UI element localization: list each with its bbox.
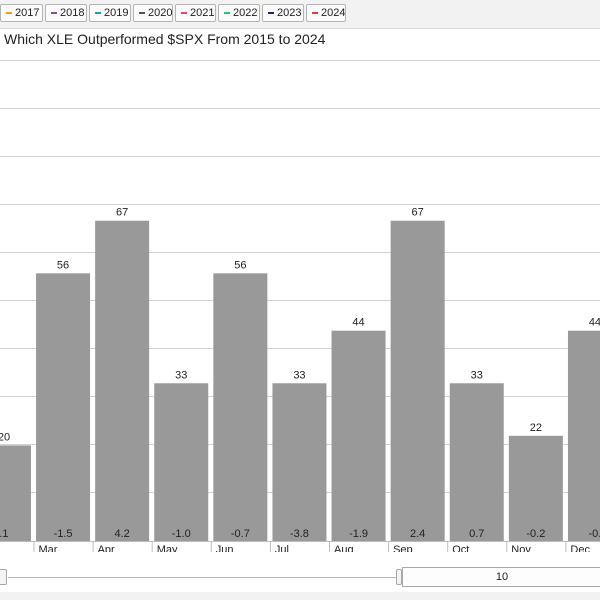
bar-value-label: 67 xyxy=(412,207,424,219)
legend-label: 2022 xyxy=(233,7,258,19)
bar-bottom-label: 4.2 xyxy=(115,528,130,540)
legend-item-2017[interactable]: 2017 xyxy=(0,4,43,22)
bar-Mar xyxy=(36,273,91,541)
bar-bottom-label: -0. xyxy=(589,528,600,540)
x-tick-label: Mar xyxy=(39,544,58,552)
bar-Oct xyxy=(449,383,504,541)
legend-swatch xyxy=(268,12,274,15)
bar-bottom-label: -1.0 xyxy=(172,528,191,540)
bar-Dec xyxy=(567,330,600,541)
navigator-window[interactable]: 10 xyxy=(402,567,600,587)
legend-label: 2017 xyxy=(15,7,40,19)
navigator-track[interactable] xyxy=(8,577,396,578)
legend-swatch xyxy=(51,12,57,15)
legend-label: 2019 xyxy=(104,7,129,19)
x-tick-label: Sep xyxy=(393,544,413,552)
bar-value-label: 33 xyxy=(175,369,187,381)
x-tick-label: May xyxy=(157,544,178,552)
legend-swatch xyxy=(6,12,12,15)
bar-value-label: 22 xyxy=(530,422,542,434)
bar-chart: 20 .1 56 -1.5 Mar 67 4.2Apr 33 -1.0 May 56 -0.7 Jun 3… xyxy=(0,60,600,552)
legend-item-2021[interactable]: 2021 xyxy=(175,4,216,22)
range-navigator[interactable]: 10 xyxy=(0,562,600,592)
bottom-strip xyxy=(0,592,600,600)
bar-Nov xyxy=(508,435,563,541)
bar-bottom-label: 0.7 xyxy=(469,528,484,540)
x-tick-label: Aug xyxy=(334,544,354,552)
legend-label: 2023 xyxy=(277,7,302,19)
legend-swatch xyxy=(181,12,187,15)
chart-title: Which XLE Outperformed $SPX From 2015 to… xyxy=(4,31,326,47)
bar-value-label: 44 xyxy=(589,317,600,329)
bar-bottom-label: .1 xyxy=(0,528,9,540)
legend-label: 2024 xyxy=(321,7,346,19)
legend-bar: 2017 2018 2019 2020 2021 2022 2023 2024 xyxy=(0,0,600,29)
legend-label: 2020 xyxy=(148,7,173,19)
bar-value-label: 33 xyxy=(471,369,483,381)
legend-item-2019[interactable]: 2019 xyxy=(89,4,131,22)
bar-value-label: 67 xyxy=(116,207,128,219)
x-tick-label: Dec xyxy=(570,544,590,552)
bar-partial xyxy=(0,445,31,541)
bar-bottom-label: -0.7 xyxy=(231,528,250,540)
bar-value-label: 56 xyxy=(234,259,246,271)
legend-swatch xyxy=(224,12,230,15)
bar-value-label: 20 xyxy=(0,431,10,443)
navigator-left-handle[interactable] xyxy=(0,569,7,585)
legend-swatch xyxy=(95,12,101,15)
x-tick-label: Nov xyxy=(511,544,531,552)
bar-bottom-label: -1.9 xyxy=(349,528,368,540)
bar-bottom-label: -0.2 xyxy=(526,528,545,540)
legend-item-2018[interactable]: 2018 xyxy=(45,4,87,22)
bar-value-label: 56 xyxy=(57,259,69,271)
bar-May xyxy=(154,383,209,541)
legend-label: 2021 xyxy=(190,7,215,19)
legend-item-2020[interactable]: 2020 xyxy=(133,4,173,22)
legend-item-2024[interactable]: 2024 xyxy=(306,4,346,22)
bar-bottom-label: 2.4 xyxy=(410,528,425,540)
legend-swatch xyxy=(312,12,318,15)
x-tick-label: Jun xyxy=(216,544,234,552)
legend-swatch xyxy=(139,12,145,15)
navigator-window-label: 10 xyxy=(495,571,509,583)
x-tick-label: Jul xyxy=(275,544,289,552)
bar-Sep xyxy=(390,220,445,542)
bar-bottom-label: -1.5 xyxy=(54,528,73,540)
bar-bottom-label: -3.8 xyxy=(290,528,309,540)
bar-value-label: 33 xyxy=(293,369,305,381)
bar-Jul xyxy=(272,383,327,541)
legend-label: 2018 xyxy=(60,7,85,19)
x-tick-label: Oct xyxy=(452,544,469,552)
x-tick-label: Apr xyxy=(98,544,115,552)
bar-Jun xyxy=(213,273,268,541)
legend-item-2023[interactable]: 2023 xyxy=(262,4,304,22)
legend-item-2022[interactable]: 2022 xyxy=(218,4,260,22)
bar-Apr xyxy=(95,220,150,542)
bar-value-label: 44 xyxy=(352,317,364,329)
bar-Aug xyxy=(331,330,386,541)
